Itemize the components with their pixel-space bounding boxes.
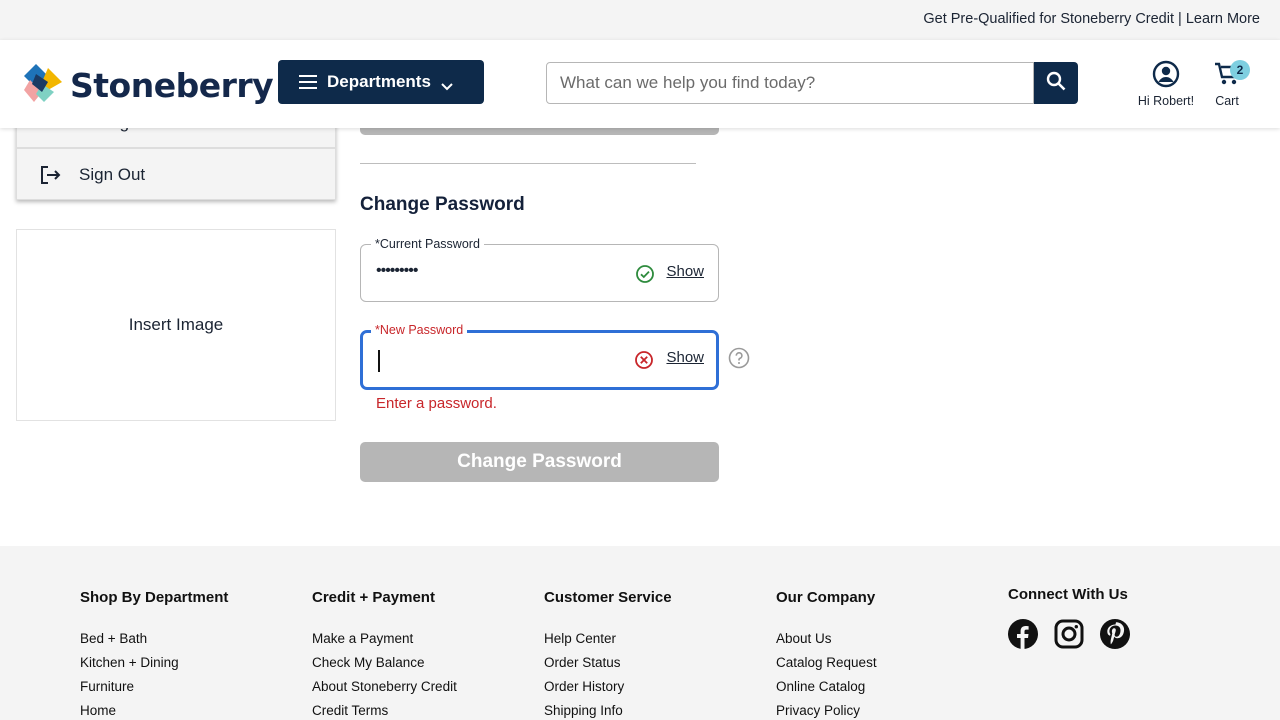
footer-heading: Customer Service	[544, 589, 672, 606]
footer-link[interactable]: Furniture	[80, 675, 228, 699]
text-cursor	[378, 350, 380, 372]
footer-link[interactable]: Online Catalog	[776, 675, 877, 699]
footer-social: Connect With Us	[1008, 586, 1130, 649]
new-password-field[interactable]: *New Password Show	[360, 323, 719, 390]
cart-button[interactable]: 2 Cart	[1206, 60, 1250, 108]
logo-mark-icon	[24, 62, 64, 109]
cart-label: Cart	[1215, 94, 1239, 108]
menu-icon	[298, 74, 318, 90]
help-icon[interactable]	[728, 347, 750, 369]
footer-link[interactable]: Bed + Bath	[80, 627, 228, 651]
footer-link[interactable]: Order Status	[544, 651, 672, 675]
departments-button[interactable]: Departments	[278, 60, 484, 104]
footer-link[interactable]: Kitchen + Dining	[80, 651, 228, 675]
image-placeholder-text: Insert Image	[128, 315, 224, 334]
footer-link[interactable]: Order History	[544, 675, 672, 699]
site-footer: Shop By Department Bed + Bath Kitchen + …	[0, 546, 1280, 720]
footer-link[interactable]: Home	[80, 699, 228, 720]
user-icon	[1152, 60, 1180, 88]
search-icon	[1045, 70, 1067, 97]
learn-more-link[interactable]: Learn More	[1186, 11, 1260, 27]
footer-heading: Our Company	[776, 589, 876, 606]
site-header: Stoneberry Departments Hi Robert! 2 Cart	[0, 40, 1280, 128]
search-input[interactable]	[546, 62, 1034, 104]
footer-link[interactable]: About Stoneberry Credit	[312, 675, 457, 699]
footer-column-credit: Credit + Payment Make a Payment Check My…	[312, 589, 457, 720]
departments-label: Departments	[327, 72, 431, 91]
promo-bar: Get Pre-Qualified for Stoneberry Credit …	[0, 0, 1280, 40]
cart-count-badge: 2	[1230, 60, 1250, 80]
footer-heading: Credit + Payment	[312, 589, 435, 606]
footer-link[interactable]: About Us	[776, 627, 877, 651]
image-placeholder: Insert Image	[16, 229, 336, 421]
search-button[interactable]	[1034, 62, 1078, 104]
promo-text: Get Pre-Qualified for Stoneberry Credit	[923, 11, 1174, 27]
sidebar-item-sign-out[interactable]: Sign Out	[17, 150, 335, 200]
current-password-label: *Current Password	[371, 237, 484, 251]
new-password-label: *New Password	[371, 323, 468, 337]
pinterest-icon[interactable]	[1100, 619, 1130, 649]
footer-link[interactable]: Make a Payment	[312, 627, 457, 651]
footer-link[interactable]: Catalog Request	[776, 651, 877, 675]
promo-text-wrap: Get Pre-Qualified for Stoneberry Credit …	[923, 11, 1260, 27]
facebook-icon[interactable]	[1008, 619, 1038, 649]
stoneberry-logo[interactable]: Stoneberry	[24, 62, 274, 109]
footer-link[interactable]: Check My Balance	[312, 651, 457, 675]
social-icons	[1008, 619, 1130, 649]
current-password-value[interactable]: •••••••••	[376, 262, 418, 280]
section-divider	[360, 163, 696, 164]
change-password-button[interactable]: Change Password	[360, 442, 719, 482]
footer-link[interactable]: Privacy Policy	[776, 699, 877, 720]
sidebar-item-label: Sign Out	[79, 165, 146, 184]
footer-link[interactable]: Credit Terms	[312, 699, 457, 720]
footer-heading: Shop By Department	[80, 589, 229, 606]
chevron-down-icon	[440, 77, 454, 91]
account-menu[interactable]: Hi Robert!	[1134, 60, 1198, 108]
instagram-icon[interactable]	[1054, 619, 1084, 649]
check-circle-icon	[635, 264, 655, 284]
current-password-field[interactable]: *Current Password ••••••••• Show	[360, 237, 719, 302]
show-current-password-button[interactable]: Show	[666, 263, 704, 280]
promo-separator: |	[1178, 11, 1182, 27]
section-title: Change Password	[360, 194, 525, 215]
sign-out-icon	[39, 164, 61, 186]
footer-column-company: Our Company About Us Catalog Request Onl…	[776, 589, 877, 720]
new-password-error: Enter a password.	[376, 395, 497, 412]
footer-heading: Connect With Us	[1008, 586, 1128, 603]
error-circle-icon	[634, 350, 654, 370]
logo-text: Stoneberry	[70, 66, 274, 105]
footer-column-service: Customer Service Help Center Order Statu…	[544, 589, 672, 720]
show-new-password-button[interactable]: Show	[666, 349, 704, 366]
footer-link[interactable]: Shipping Info	[544, 699, 672, 720]
account-label: Hi Robert!	[1137, 94, 1195, 108]
footer-column-shop: Shop By Department Bed + Bath Kitchen + …	[80, 589, 228, 720]
footer-link[interactable]: Help Center	[544, 627, 672, 651]
